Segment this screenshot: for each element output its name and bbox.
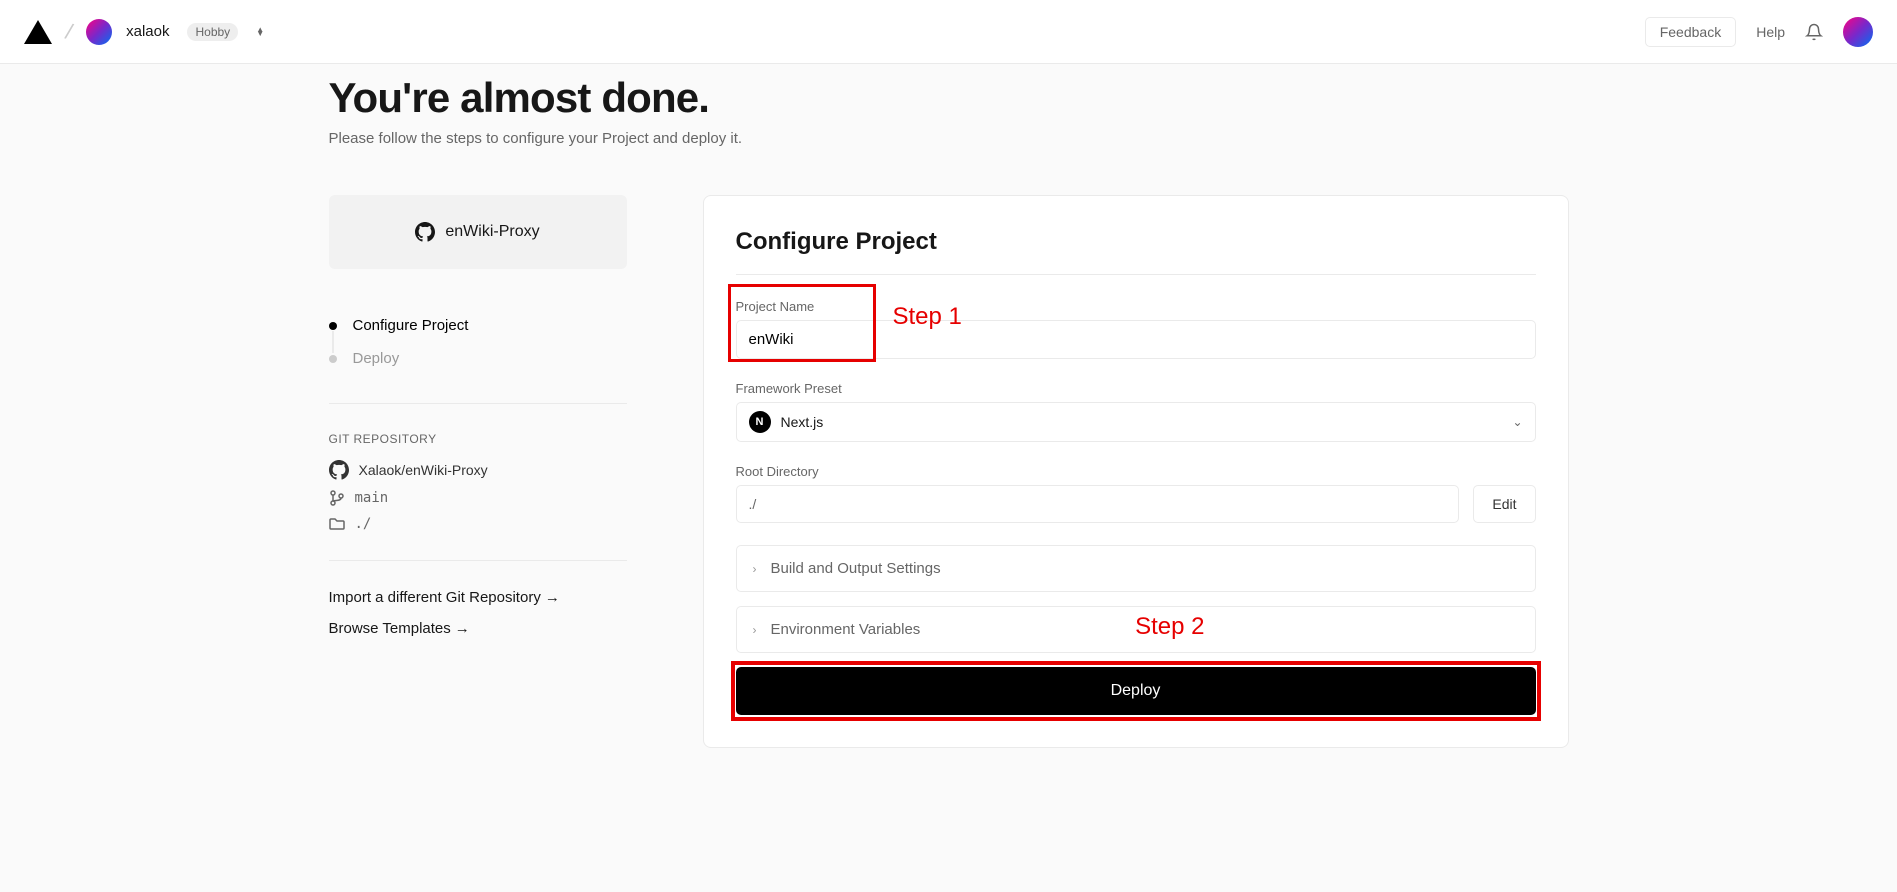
vercel-logo-icon[interactable] <box>24 20 52 44</box>
deploy-button[interactable]: Deploy <box>736 667 1536 715</box>
git-branch-row: main <box>329 490 627 506</box>
chevron-right-icon: › <box>753 562 757 576</box>
framework-field-group: Framework Preset N Next.js ⌄ <box>736 381 1536 442</box>
deploy-button-wrapper: Deploy <box>736 667 1536 715</box>
feedback-button[interactable]: Feedback <box>1645 17 1736 47</box>
github-icon <box>415 222 435 242</box>
configure-project-card: Configure Project Step 1 Project Name Fr… <box>703 195 1569 748</box>
top-navigation-bar: / xalaok Hobby ▲▼ Feedback Help <box>0 0 1897 64</box>
project-name-field-group: Step 1 Project Name <box>736 299 1536 359</box>
git-branch-name: main <box>355 490 389 506</box>
git-dir-row: ./ <box>329 516 627 532</box>
nextjs-badge-icon: N <box>749 411 771 433</box>
help-link[interactable]: Help <box>1756 24 1785 40</box>
build-settings-accordion[interactable]: › Build and Output Settings <box>736 545 1536 592</box>
browse-templates-link[interactable]: Browse Templates→ <box>329 620 627 637</box>
git-section-heading: GIT REPOSITORY <box>329 432 627 446</box>
plan-badge: Hobby <box>187 23 238 41</box>
card-title: Configure Project <box>736 228 1536 256</box>
steps-list: Configure Project Deploy <box>329 309 627 375</box>
sidebar: enWiki-Proxy Configure Project Deploy GI… <box>329 195 627 748</box>
annotation-step2-label: Step 2 <box>1135 613 1204 641</box>
build-settings-label: Build and Output Settings <box>771 560 941 577</box>
chevron-right-icon: › <box>753 623 757 637</box>
page-subtitle: Please follow the steps to configure you… <box>329 130 1569 147</box>
framework-value: Next.js <box>781 414 824 430</box>
step-label: Deploy <box>353 350 400 367</box>
project-name-label: Project Name <box>736 299 1536 314</box>
root-label: Root Directory <box>736 464 1536 479</box>
team-switcher-icon[interactable]: ▲▼ <box>252 24 268 40</box>
team-name[interactable]: xalaok <box>126 23 169 40</box>
git-dir-path: ./ <box>355 516 372 532</box>
arrow-right-icon: → <box>455 620 470 637</box>
step-deploy: Deploy <box>329 342 627 375</box>
step-dot-inactive-icon <box>329 355 337 363</box>
framework-select[interactable]: N Next.js ⌄ <box>736 402 1536 442</box>
step-configure-project[interactable]: Configure Project <box>329 309 627 342</box>
github-icon <box>329 460 349 480</box>
breadcrumb-slash-icon: / <box>63 18 76 45</box>
root-directory-display: ./ <box>736 485 1460 523</box>
repo-display-name: enWiki-Proxy <box>445 223 539 241</box>
team-avatar-icon[interactable] <box>86 19 112 45</box>
browse-link-text: Browse Templates <box>329 620 451 637</box>
env-vars-label: Environment Variables <box>771 621 921 638</box>
root-directory-field-group: Root Directory ./ Edit <box>736 464 1536 523</box>
project-name-input[interactable] <box>736 320 1536 359</box>
branch-icon <box>329 490 345 506</box>
page-title: You're almost done. <box>329 74 1569 122</box>
step-dot-active-icon <box>329 322 337 330</box>
git-repo-path: Xalaok/enWiki-Proxy <box>359 462 488 478</box>
git-repo-row[interactable]: Xalaok/enWiki-Proxy <box>329 460 627 480</box>
import-link-text: Import a different Git Repository <box>329 589 541 606</box>
chevron-down-icon: ⌄ <box>1512 415 1522 429</box>
folder-icon <box>329 516 345 532</box>
framework-label: Framework Preset <box>736 381 1536 396</box>
repo-display-box: enWiki-Proxy <box>329 195 627 269</box>
notifications-bell-icon[interactable] <box>1805 23 1823 41</box>
import-different-repo-link[interactable]: Import a different Git Repository→ <box>329 589 627 606</box>
user-avatar-icon[interactable] <box>1843 17 1873 47</box>
step-label: Configure Project <box>353 317 469 334</box>
env-vars-accordion[interactable]: › Environment Variables Step 2 <box>736 606 1536 653</box>
arrow-right-icon: → <box>545 589 560 606</box>
edit-root-button[interactable]: Edit <box>1473 485 1535 523</box>
